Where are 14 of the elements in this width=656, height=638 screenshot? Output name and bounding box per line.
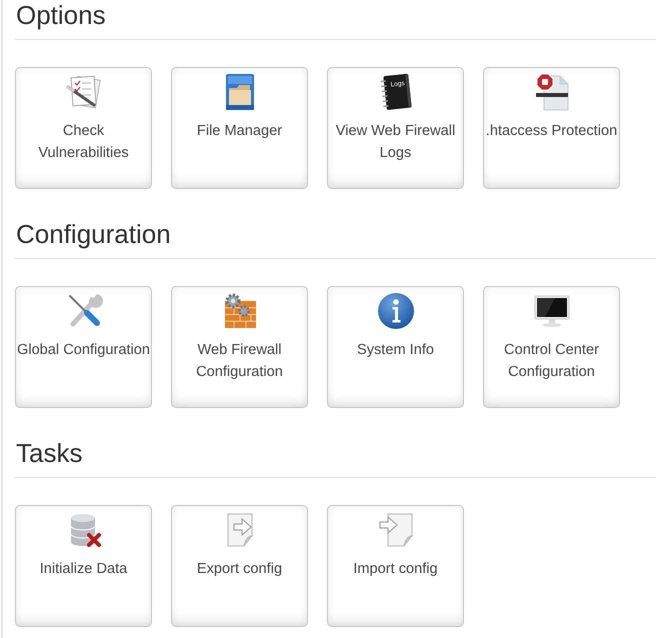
shortcut-button[interactable]: Global Configuration [15, 286, 152, 408]
section-heading: Tasks [15, 438, 656, 478]
shortcut-button[interactable]: File Manager [171, 67, 308, 189]
shortcut-button[interactable]: Export config [171, 505, 308, 627]
shortcut-button[interactable]: Control Center Configuration [483, 286, 620, 408]
shortcut-button[interactable]: Check Vulnerabilities [15, 67, 152, 189]
shortcut-button[interactable]: Web Firewall Configuration [171, 286, 308, 408]
shortcut-button[interactable]: .htaccess Protection [483, 67, 620, 189]
shortcut-button[interactable]: System Info [327, 286, 464, 408]
info-icon [376, 291, 416, 331]
shortcut-button[interactable]: Initialize Data [15, 505, 152, 627]
shortcut-button[interactable]: Import config [327, 505, 464, 627]
section-heading: Options [15, 0, 656, 40]
section-heading: Configuration [15, 219, 656, 259]
